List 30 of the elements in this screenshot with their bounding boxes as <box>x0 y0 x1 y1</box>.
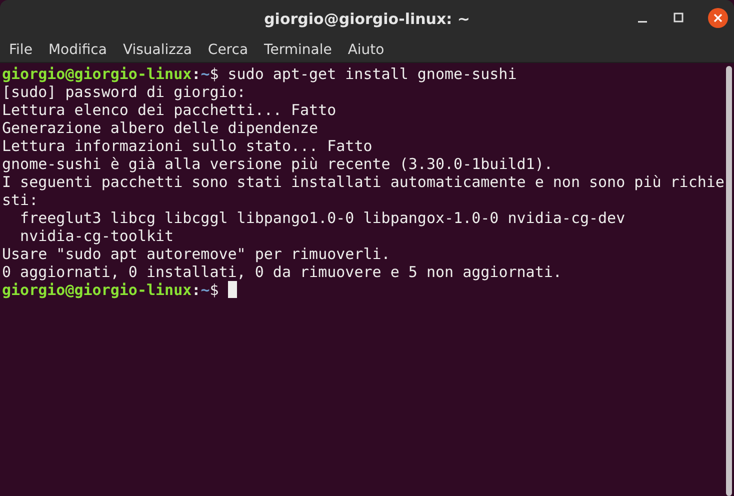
output-line: Usare "sudo apt autoremove" per rimuoverli. <box>2 245 390 263</box>
command-text: sudo apt-get install gnome-sushi <box>228 65 517 83</box>
menu-item[interactable]: Cerca <box>208 42 248 58</box>
close-icon[interactable] <box>708 8 728 28</box>
prompt-path: ~ <box>200 65 210 83</box>
menu-item[interactable]: File <box>9 42 32 58</box>
prompt-colon: : <box>192 281 201 299</box>
output-line: Generazione albero delle dipendenze <box>2 119 318 137</box>
window-title: giorgio@giorgio-linux: ~ <box>264 10 470 28</box>
prompt-user-host: giorgio@giorgio-linux <box>2 281 192 299</box>
prompt-user-host: giorgio@giorgio-linux <box>2 65 192 83</box>
prompt-colon: : <box>192 65 201 83</box>
output-line: [sudo] password di giorgio: <box>2 83 246 101</box>
output-line: sti: <box>2 191 38 209</box>
menu-item[interactable]: Terminale <box>264 42 332 58</box>
prompt-path: ~ <box>200 281 210 299</box>
prompt-symbol: $ <box>210 281 219 299</box>
maximize-icon[interactable] <box>672 11 686 25</box>
output-line: 0 aggiornati, 0 installati, 0 da rimuovere e 5 non aggiornati. <box>2 263 562 281</box>
output-line: freeglut3 libcg libcggl libpango1.0-0 libpangox-1.0-0 nvidia-cg-dev <box>19 209 626 227</box>
output-line: gnome-sushi è già alla versione più recente (3.30.0-1build1). <box>2 155 553 173</box>
output-line: Lettura elenco dei pacchetti... Fatto <box>2 101 336 119</box>
menu-item[interactable]: Aiuto <box>348 42 384 58</box>
scrollbar[interactable] <box>726 66 732 496</box>
output-line: I seguenti pacchetti sono stati installati automaticamente e non sono più richie <box>2 173 724 191</box>
output-line: nvidia-cg-toolkit <box>19 227 174 245</box>
output-line: Lettura informazioni sullo stato... Fatto <box>2 137 372 155</box>
menu-item[interactable]: Modifica <box>48 42 107 58</box>
menu-item[interactable]: Visualizza <box>122 42 192 58</box>
prompt-symbol: $ <box>210 65 219 83</box>
